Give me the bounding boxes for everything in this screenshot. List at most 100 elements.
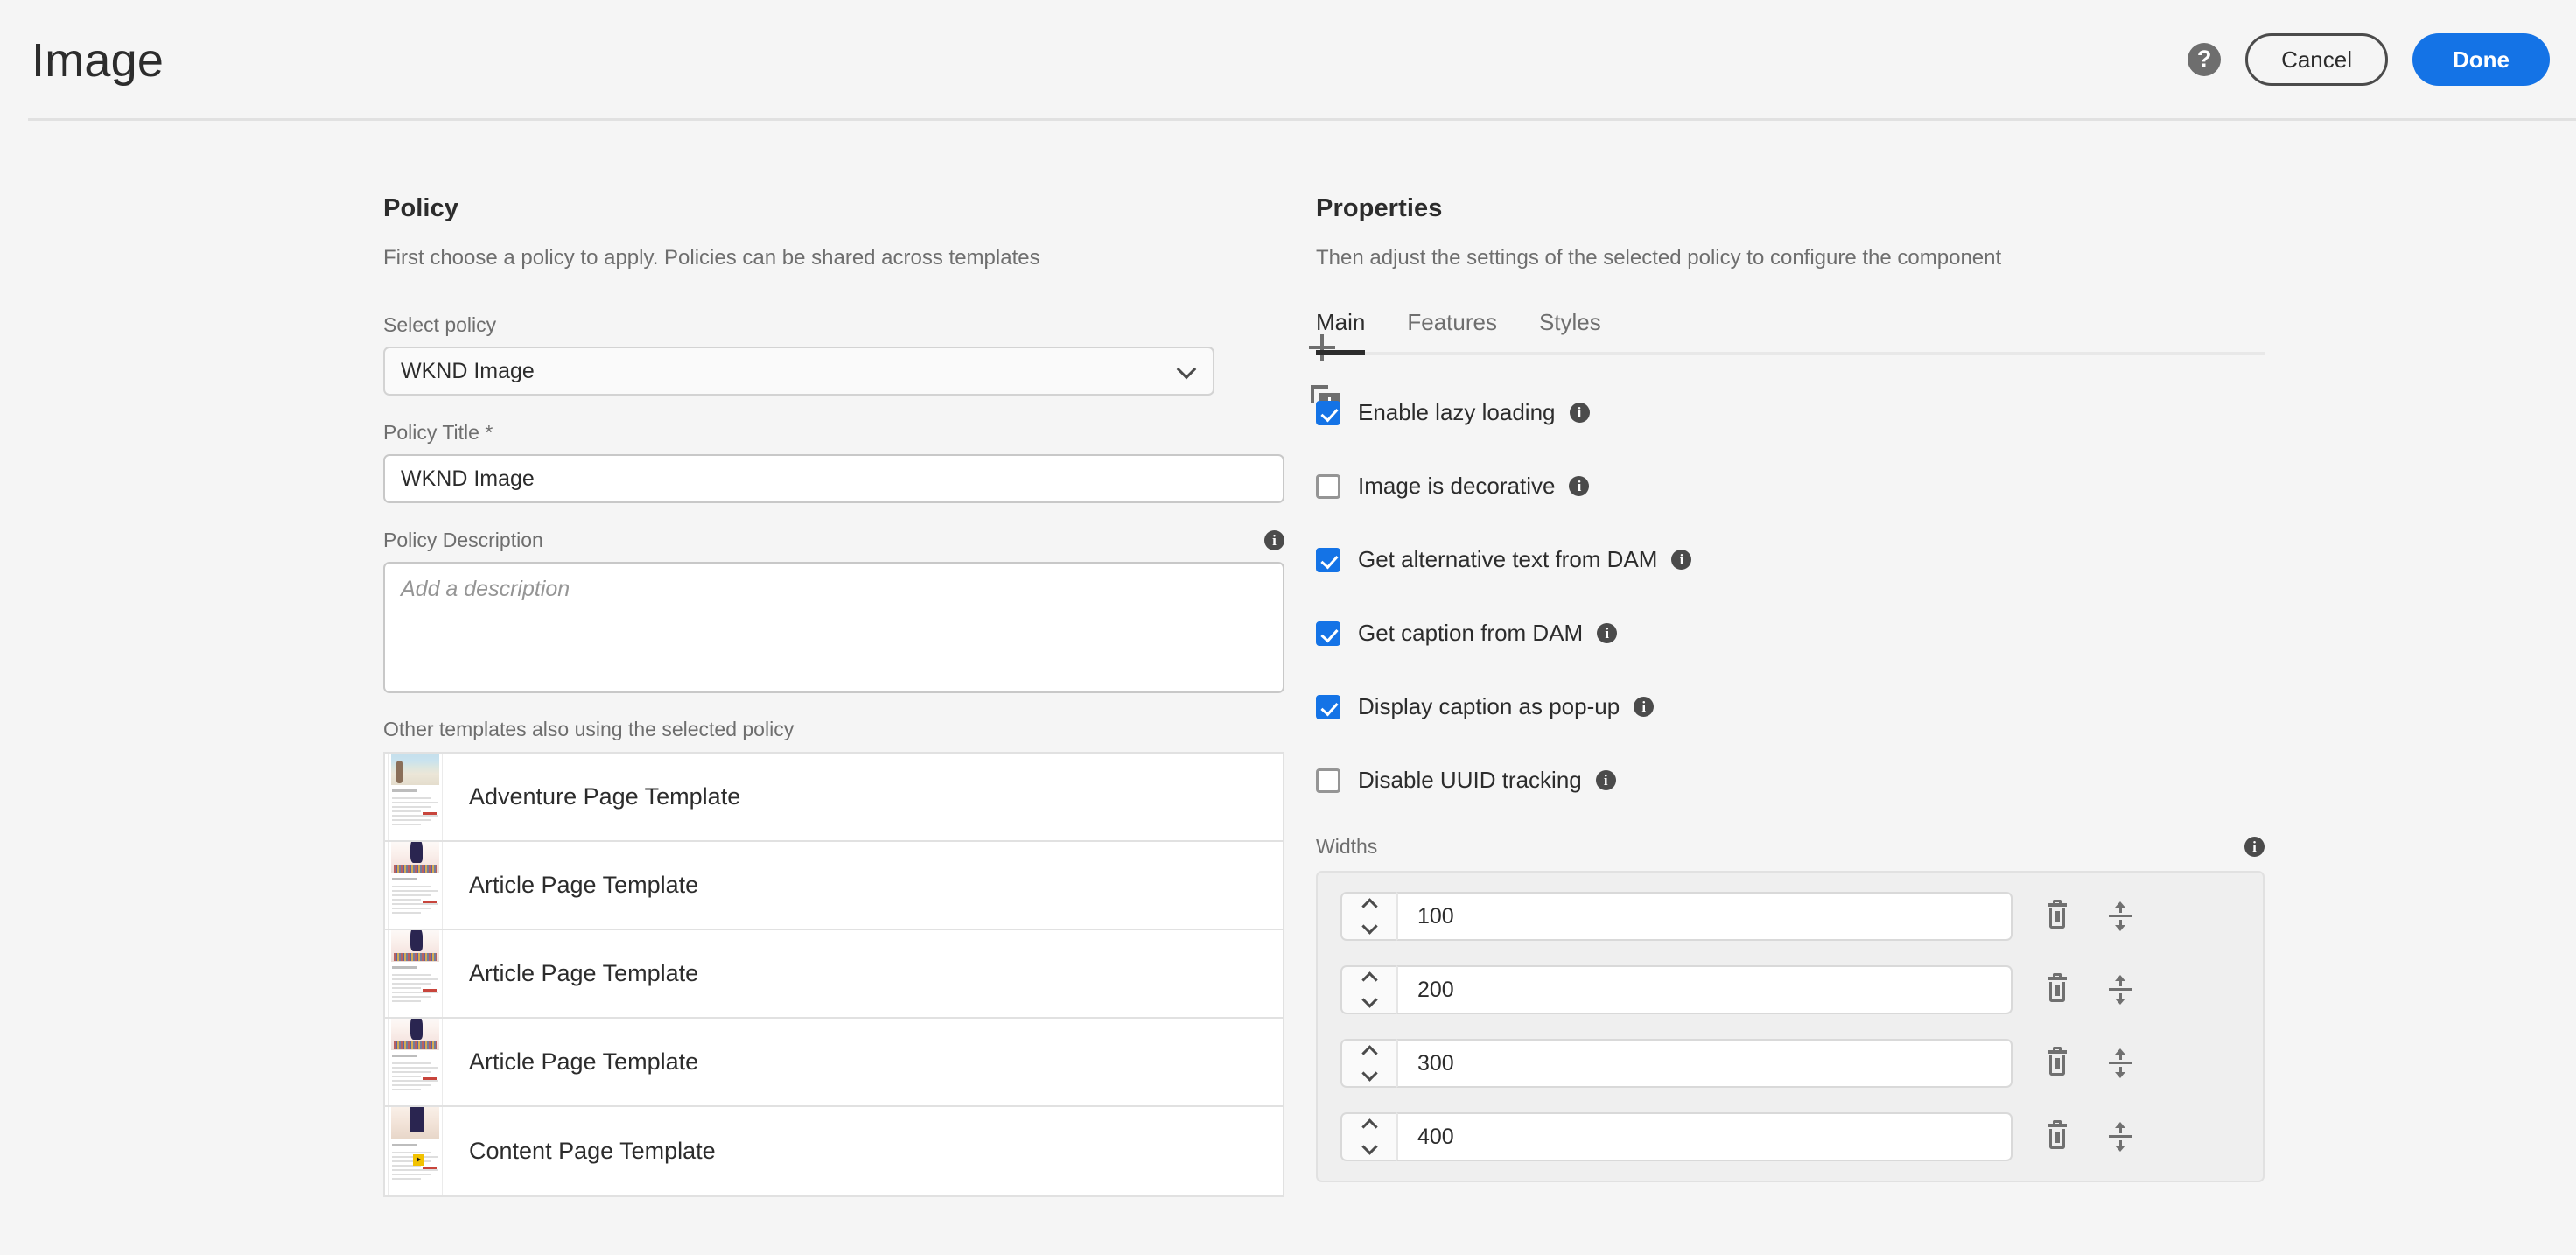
template-list-item-label: Article Page Template: [469, 872, 698, 899]
checkbox-image-is-decorative[interactable]: [1316, 474, 1340, 499]
select-policy-value: WKND Image: [401, 359, 535, 384]
chevron-up-icon[interactable]: [1362, 971, 1377, 987]
width-row: 300: [1340, 1039, 2240, 1088]
template-list-item[interactable]: WKND SITE Content Page Template: [385, 1107, 1283, 1195]
tab-features[interactable]: Features: [1407, 309, 1497, 355]
policy-description-input[interactable]: Add a description: [383, 562, 1284, 693]
info-circle-icon[interactable]: i: [1634, 697, 1654, 717]
width-row-actions: [2046, 1048, 2132, 1078]
template-list-item[interactable]: WKND SITEArticle Page Template: [385, 930, 1283, 1019]
info-circle-icon[interactable]: i: [1264, 530, 1284, 550]
width-stepper[interactable]: [1340, 1112, 1396, 1161]
width-input[interactable]: 100: [1396, 892, 2012, 941]
policy-panel: Policy First choose a policy to apply. P…: [383, 194, 1284, 1197]
checkbox-label: Display caption as pop-up: [1358, 693, 1620, 720]
width-row: 100: [1340, 892, 2240, 941]
chevron-up-icon[interactable]: [1362, 898, 1377, 914]
trash-icon[interactable]: [2046, 977, 2068, 1003]
chevron-down-icon[interactable]: [1362, 1139, 1377, 1154]
info-circle-icon[interactable]: i: [2244, 837, 2264, 857]
header-divider: [28, 118, 2576, 121]
chevron-down-icon[interactable]: [1362, 918, 1377, 934]
properties-tabs: Main Features Styles: [1316, 309, 2264, 355]
move-vertical-icon[interactable]: [2109, 975, 2132, 1005]
policy-title-label: Policy Title *: [383, 421, 1284, 445]
template-thumbnail: WKND SITE: [388, 1019, 443, 1107]
template-thumbnail: WKND SITE: [388, 842, 443, 930]
setting-checkbox-row: Disable UUID tracking i: [1316, 761, 2217, 799]
move-vertical-icon[interactable]: [2109, 901, 2132, 931]
widths-container: 100 200 300 400: [1316, 871, 2264, 1182]
properties-panel: Properties Then adjust the settings of t…: [1316, 194, 2217, 1182]
width-row: 400: [1340, 1112, 2240, 1161]
info-circle-icon[interactable]: i: [1597, 623, 1617, 643]
info-circle-icon[interactable]: i: [1570, 403, 1590, 423]
done-button[interactable]: Done: [2412, 33, 2550, 86]
widths-label: Widths: [1316, 835, 1377, 859]
checkbox-display-caption-as-pop-up[interactable]: [1316, 695, 1340, 719]
width-row: 200: [1340, 965, 2240, 1014]
move-vertical-icon[interactable]: [2109, 1048, 2132, 1078]
template-list-item[interactable]: WKND SITEAdventure Page Template: [385, 754, 1283, 842]
widths-label-row: Widths i: [1316, 835, 2264, 859]
tabs-divider: [1316, 352, 2264, 355]
checkbox-disable-uuid-tracking[interactable]: [1316, 768, 1340, 793]
checkbox-enable-lazy-loading[interactable]: [1316, 401, 1340, 425]
tab-main[interactable]: Main: [1316, 309, 1365, 355]
width-input[interactable]: 200: [1396, 965, 2012, 1014]
policy-title-input[interactable]: WKND Image: [383, 454, 1284, 503]
active-tab-indicator: [1316, 350, 1365, 355]
settings-checkbox-list: Enable lazy loadingi Image is decorativei…: [1316, 394, 2217, 799]
width-stepper[interactable]: [1340, 1039, 1396, 1088]
policy-description-label-row: Policy Description i: [383, 529, 1284, 552]
chevron-up-icon[interactable]: [1362, 1118, 1377, 1134]
move-vertical-icon[interactable]: [2109, 1122, 2132, 1152]
template-thumbnail: WKND SITE: [388, 1107, 443, 1195]
select-policy-row: WKND Image: [383, 347, 1284, 396]
policy-description: First choose a policy to apply. Policies…: [383, 246, 1284, 270]
setting-checkbox-row: Enable lazy loadingi: [1316, 394, 2217, 431]
chevron-up-icon[interactable]: [1362, 1045, 1377, 1061]
chevron-down-icon[interactable]: [1362, 1065, 1377, 1081]
policy-heading: Policy: [383, 194, 1284, 223]
checkbox-label: Get alternative text from DAM: [1358, 546, 1657, 573]
checkbox-label: Disable UUID tracking: [1358, 767, 1582, 794]
trash-icon[interactable]: [2046, 903, 2068, 929]
checkbox-get-caption-from-dam[interactable]: [1316, 621, 1340, 646]
width-row-actions: [2046, 1122, 2132, 1152]
width-stepper[interactable]: [1340, 965, 1396, 1014]
help-circle-icon[interactable]: ?: [2188, 43, 2221, 76]
width-input[interactable]: 300: [1396, 1039, 2012, 1088]
page-title: Image: [32, 33, 164, 88]
trash-icon[interactable]: [2046, 1124, 2068, 1150]
properties-description: Then adjust the settings of the selected…: [1316, 246, 2217, 270]
header-actions: ? Cancel Done: [2188, 33, 2550, 86]
setting-checkbox-row: Display caption as pop-up i: [1316, 688, 2217, 726]
template-list-item-label: Article Page Template: [469, 1048, 698, 1076]
info-circle-icon[interactable]: i: [1569, 476, 1589, 496]
template-list-item-label: Content Page Template: [469, 1138, 716, 1165]
width-row-actions: [2046, 901, 2132, 931]
info-circle-icon[interactable]: i: [1596, 770, 1616, 790]
policy-description-placeholder: Add a description: [401, 577, 570, 601]
chevron-down-icon[interactable]: [1362, 992, 1377, 1007]
app-header: Image ? Cancel Done: [0, 0, 2576, 137]
tab-styles[interactable]: Styles: [1539, 309, 1601, 355]
properties-heading: Properties: [1316, 194, 2217, 223]
other-templates-label: Other templates also using the selected …: [383, 718, 1284, 741]
info-circle-icon[interactable]: i: [1671, 550, 1691, 570]
cancel-button[interactable]: Cancel: [2245, 33, 2388, 86]
trash-icon[interactable]: [2046, 1050, 2068, 1076]
setting-checkbox-row: Get caption from DAMi: [1316, 614, 2217, 652]
checkbox-get-alternative-text-from-dam[interactable]: [1316, 548, 1340, 572]
template-list-item[interactable]: WKND SITE Article Page Template: [385, 842, 1283, 930]
setting-checkbox-row: Image is decorativei: [1316, 467, 2217, 505]
template-list-item-label: Article Page Template: [469, 960, 698, 987]
chevron-down-icon: [1177, 360, 1197, 380]
select-policy-dropdown[interactable]: WKND Image: [383, 347, 1214, 396]
policy-title-value: WKND Image: [401, 466, 535, 492]
width-stepper[interactable]: [1340, 892, 1396, 941]
width-value: 100: [1418, 904, 1454, 929]
template-list-item[interactable]: WKND SITE Article Page Template: [385, 1019, 1283, 1107]
width-input[interactable]: 400: [1396, 1112, 2012, 1161]
